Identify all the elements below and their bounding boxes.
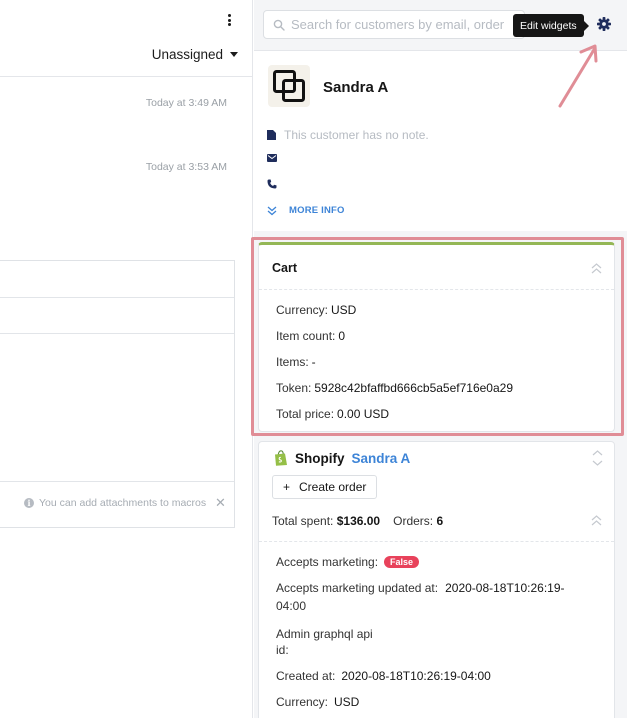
customer-search[interactable] [263,10,525,39]
attachment-notice: i You can add attachments to macros [24,497,206,509]
plus-icon: + [283,480,291,494]
accepts-marketing-updated-value-cont: 04:00 [276,599,307,613]
shopify-bag-icon [275,450,287,466]
accepts-marketing-field: Accepts marketing: False [276,555,420,569]
customer-info: Sandra A This customer has no note. MORE… [254,51,627,231]
cart-field: Token: 5928c42bfaffbd666cb5a5ef716e0a29 [276,381,513,395]
customer-sidebar: Edit widgets Sandra A This customer has … [254,0,627,718]
info-icon: i [24,498,34,508]
admin-graphql-label: Admin graphql api [276,627,373,641]
ticket-pane: Unassigned Today at 3:49 AM Today at 3:5… [0,0,253,718]
divider [259,541,614,542]
customer-phone [267,179,277,189]
cart-field: Items: - [276,355,316,369]
attachment-notice-text: You can add attachments to macros [39,497,207,509]
accepts-marketing-updated-field: Accepts marketing updated at: 2020-08-18T… [276,581,565,595]
note-icon [267,130,276,140]
divider [0,481,234,482]
edit-widgets-tooltip: Edit widgets [513,14,589,37]
customer-note-text: This customer has no note. [284,128,429,142]
more-info-toggle[interactable]: MORE INFO [267,205,345,216]
divider [0,76,252,77]
cart-field: Item count: 0 [276,329,346,343]
shopify-label: Shopify [295,450,345,466]
false-badge: False [384,556,420,568]
collapse-icon[interactable] [591,514,602,528]
shopify-widget: Shopify Sandra A + Create order Total sp… [258,441,615,718]
cart-widget: Cart Currency: USD Item count: 0 Items: - T… [258,242,615,432]
orders-count: 6 [436,514,444,528]
shopify-header: Shopify Sandra A [274,450,410,466]
cart-field: Currency: USD [276,303,357,317]
collapse-icon[interactable] [591,262,602,276]
shopify-summary: Total spent: $136.00 Orders: 6 [272,514,444,528]
more-info-label: MORE INFO [289,205,345,216]
editor-field-divider [0,333,234,334]
phone-icon [267,179,277,189]
message-timestamp: Today at 3:49 AM [145,97,227,109]
cart-field: Total price: 0.00 USD [276,407,390,421]
create-order-label: Create order [299,480,367,494]
shopify-customer-link[interactable]: Sandra A [352,451,411,466]
admin-graphql-label-cont: id: [276,643,289,657]
expand-toggle-icon[interactable] [592,449,603,467]
caret-down-icon [230,52,238,57]
created-at-field: Created at: 2020-08-18T10:26:19-04:00 [276,669,491,683]
assignee-dropdown[interactable]: Unassigned [152,47,238,62]
gear-icon[interactable] [596,16,612,32]
divider [259,289,614,290]
customer-name: Sandra A [323,79,389,96]
total-spent-value: $136.00 [336,514,381,528]
editor-field-divider [0,297,234,298]
create-order-button[interactable]: + Create order [272,475,378,499]
email-icon [267,154,277,162]
double-chevron-down-icon [267,206,277,215]
assignee-label: Unassigned [151,47,223,62]
customer-email [267,154,277,162]
search-input[interactable] [291,17,521,32]
more-options-icon[interactable] [222,13,236,27]
currency-field: Currency: USD [276,695,360,709]
close-icon[interactable]: ✕ [215,495,226,511]
reply-editor[interactable]: i You can add attachments to macros ✕ [0,260,235,528]
cart-title: Cart [272,261,298,275]
search-icon [273,19,285,31]
message-timestamp: Today at 3:53 AM [145,161,227,173]
customer-note[interactable]: This customer has no note. [267,128,429,142]
customer-logo-icon [273,70,305,102]
customer-avatar [268,65,310,107]
